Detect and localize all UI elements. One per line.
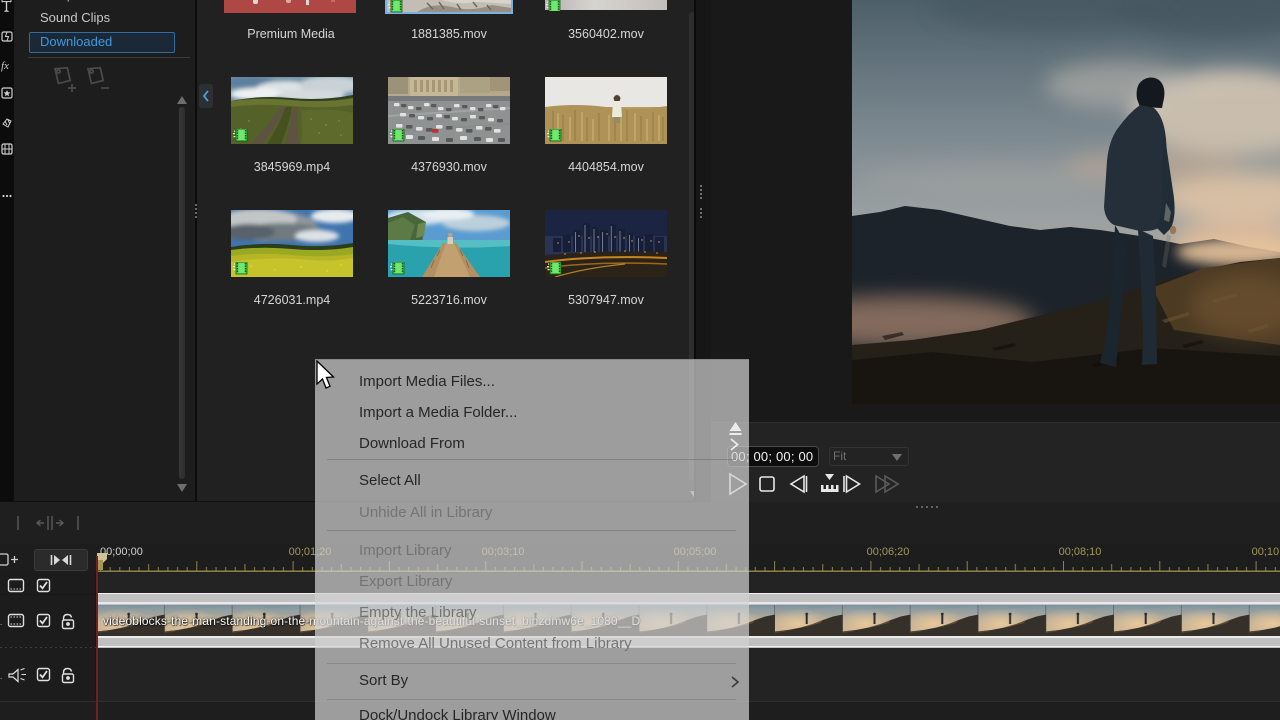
svg-text:fx: fx [1,60,9,72]
svg-text:.: . [0,618,2,627]
svg-text:.: . [0,672,2,681]
